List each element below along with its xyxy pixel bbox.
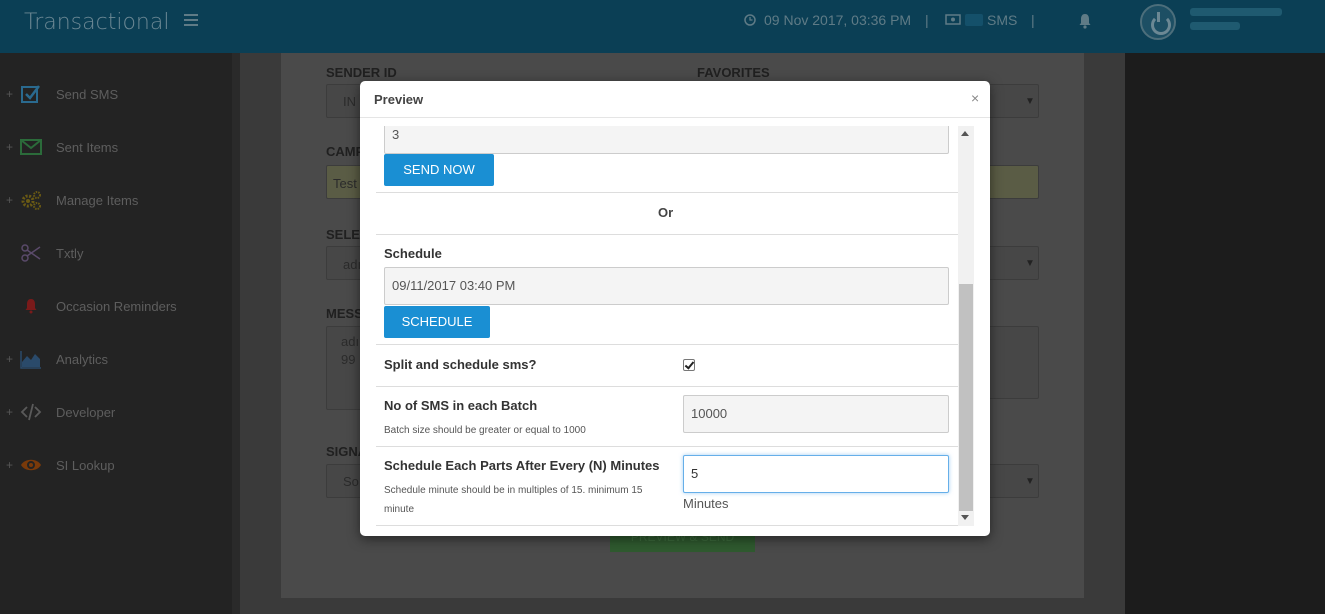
campaign-label: CAMP	[326, 144, 365, 159]
favorites-label: FAVORITES	[697, 65, 770, 80]
header-sms-label: SMS	[987, 12, 1018, 28]
count-field[interactable]: 3	[384, 126, 949, 154]
sidebar-item-label: Analytics	[56, 352, 109, 367]
schedule-button[interactable]: SCHEDULE	[384, 306, 490, 338]
send-now-row: 3 SEND NOW	[376, 126, 958, 193]
top-bar: Transactional 09 Nov 2017, 03:36 PM | SM…	[0, 0, 1325, 53]
bell-icon	[25, 299, 37, 314]
close-icon[interactable]: ×	[971, 90, 979, 106]
batch-size-field[interactable]: 10000	[683, 395, 949, 433]
interval-hint: Schedule minute should be in multiples o…	[384, 485, 643, 515]
message-textarea-right[interactable]	[988, 326, 1039, 399]
interval-label: Schedule Each Parts After Every (N) Minu…	[384, 458, 660, 473]
hamburger-icon[interactable]	[184, 14, 198, 28]
clock-icon	[744, 14, 756, 26]
bell-icon[interactable]	[1078, 13, 1092, 29]
eye-icon	[21, 459, 41, 471]
sidebar-item-label: SI Lookup	[56, 458, 115, 473]
sidebar-item-label: Send SMS	[56, 87, 119, 102]
interval-row: Schedule Each Parts After Every (N) Minu…	[376, 447, 958, 526]
campaign-value: Test	[333, 176, 357, 191]
gears-icon	[21, 191, 41, 210]
expand-icon[interactable]: +	[6, 193, 13, 207]
sidebar-item-label: Sent Items	[56, 140, 119, 155]
split-label: Split and schedule sms?	[384, 357, 537, 372]
sender-id-label: SENDER ID	[326, 65, 397, 80]
interval-minutes-field[interactable]: 5	[683, 455, 949, 493]
modal-scrollbar[interactable]	[958, 126, 974, 526]
right-gutter	[1125, 53, 1325, 614]
sidebar-item-manage-items[interactable]: + Manage Items	[0, 187, 232, 217]
sender-id-value: IN	[343, 94, 356, 109]
scissors-icon	[21, 244, 41, 262]
header-separator: |	[925, 12, 929, 28]
modal-body: 3 SEND NOW Or Schedule 09/11/2017 03:40 …	[375, 126, 974, 526]
batch-label: No of SMS in each Batch	[384, 398, 538, 413]
power-icon[interactable]	[1140, 4, 1176, 40]
area-chart-icon	[20, 351, 41, 369]
sidebar-item-label: Occasion Reminders	[56, 299, 177, 314]
schedule-row: Schedule 09/11/2017 03:40 PM SCHEDULE	[376, 235, 958, 345]
message-label: MESS	[326, 306, 363, 321]
sidebar-item-occasion-reminders[interactable]: Occasion Reminders	[0, 293, 232, 323]
or-separator-text: Or	[658, 205, 674, 220]
sms-icon	[945, 14, 961, 25]
modal-header: Preview ×	[360, 81, 990, 118]
batch-row: No of SMS in each Batch Batch size shoul…	[376, 387, 958, 447]
expand-icon[interactable]: +	[6, 352, 13, 366]
message-line-2: 99	[341, 352, 356, 367]
sidebar-item-send-sms[interactable]: + Send SMS	[0, 81, 232, 111]
sidebar-item-label: Developer	[56, 405, 116, 420]
preview-modal: Preview × 3 SEND NOW Or Schedule 09/11/2…	[360, 81, 990, 536]
chevron-down-icon: ▼	[1025, 258, 1035, 269]
sidebar-item-label: Txtly	[56, 246, 84, 261]
header-separator-2: |	[1031, 12, 1035, 28]
user-info-redacted[interactable]	[1190, 8, 1282, 38]
campaign-field-right[interactable]	[988, 165, 1039, 199]
code-icon	[20, 403, 42, 421]
expand-icon[interactable]: +	[6, 140, 13, 154]
signature-value: So	[343, 474, 359, 489]
send-now-button[interactable]: SEND NOW	[384, 154, 494, 186]
sidebar-item-txtly[interactable]: Txtly	[0, 240, 232, 270]
expand-icon[interactable]: +	[6, 87, 13, 101]
scroll-down-arrow-icon[interactable]	[961, 515, 969, 520]
header-datetime: 09 Nov 2017, 03:36 PM	[764, 12, 912, 28]
sidebar-item-developer[interactable]: + Developer	[0, 399, 232, 429]
chevron-down-icon: ▼	[1025, 96, 1035, 107]
select-value: adı	[343, 257, 362, 272]
envelope-icon	[20, 139, 42, 155]
message-line-1: adı	[341, 334, 360, 349]
brand-title: Transactional	[24, 10, 170, 35]
expand-icon[interactable]: +	[6, 405, 13, 419]
sidebar-item-sent-items[interactable]: + Sent Items	[0, 134, 232, 164]
checkbox-icon	[21, 85, 40, 103]
schedule-datetime-field[interactable]: 09/11/2017 03:40 PM	[384, 267, 949, 305]
sms-count-redacted	[965, 14, 983, 26]
scrollbar-thumb[interactable]	[959, 284, 973, 511]
expand-icon[interactable]: +	[6, 458, 13, 472]
sidebar: + Send SMS + Sent Items + Manage Items T…	[0, 53, 232, 614]
batch-hint: Batch size should be greater or equal to…	[384, 425, 586, 436]
sidebar-item-label: Manage Items	[56, 193, 139, 208]
or-row: Or	[376, 193, 958, 235]
modal-title: Preview	[374, 92, 424, 107]
minutes-label: Minutes	[683, 496, 729, 511]
scroll-up-arrow-icon[interactable]	[961, 131, 969, 136]
chevron-down-icon: ▼	[1025, 476, 1035, 487]
split-row: Split and schedule sms?	[376, 345, 958, 387]
sidebar-item-analytics[interactable]: + Analytics	[0, 346, 232, 376]
schedule-label: Schedule	[384, 246, 442, 261]
split-checkbox[interactable]	[683, 359, 695, 371]
sidebar-item-si-lookup[interactable]: + SI Lookup	[0, 452, 232, 482]
